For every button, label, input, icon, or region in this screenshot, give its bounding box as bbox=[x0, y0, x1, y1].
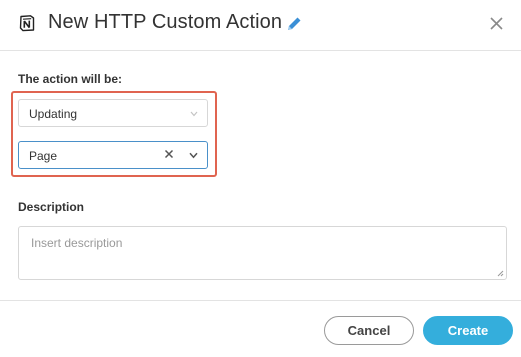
notion-logo-icon bbox=[19, 15, 35, 32]
chevron-down-icon[interactable] bbox=[189, 152, 198, 159]
close-icon[interactable] bbox=[489, 16, 504, 31]
create-button[interactable]: Create bbox=[423, 316, 513, 345]
footer-divider bbox=[0, 300, 521, 301]
pencil-icon[interactable] bbox=[286, 15, 303, 32]
description-textarea[interactable]: Insert description bbox=[18, 226, 507, 280]
operation-select-value: Updating bbox=[29, 107, 78, 121]
action-section-label: The action will be: bbox=[18, 72, 123, 86]
clear-icon[interactable] bbox=[164, 149, 174, 159]
page-title: New HTTP Custom Action bbox=[48, 11, 283, 33]
object-select[interactable]: Page bbox=[18, 141, 208, 169]
description-label: Description bbox=[18, 200, 85, 214]
chevron-down-icon bbox=[190, 111, 198, 117]
description-placeholder: Insert description bbox=[31, 236, 123, 250]
modal-header: New HTTP Custom Action bbox=[0, 0, 521, 51]
cancel-button[interactable]: Cancel bbox=[324, 316, 414, 345]
operation-select[interactable]: Updating bbox=[18, 99, 208, 127]
resize-handle-icon[interactable] bbox=[496, 269, 504, 277]
custom-action-modal: New HTTP Custom Action The action will b… bbox=[0, 0, 521, 357]
object-select-value: Page bbox=[29, 149, 58, 163]
